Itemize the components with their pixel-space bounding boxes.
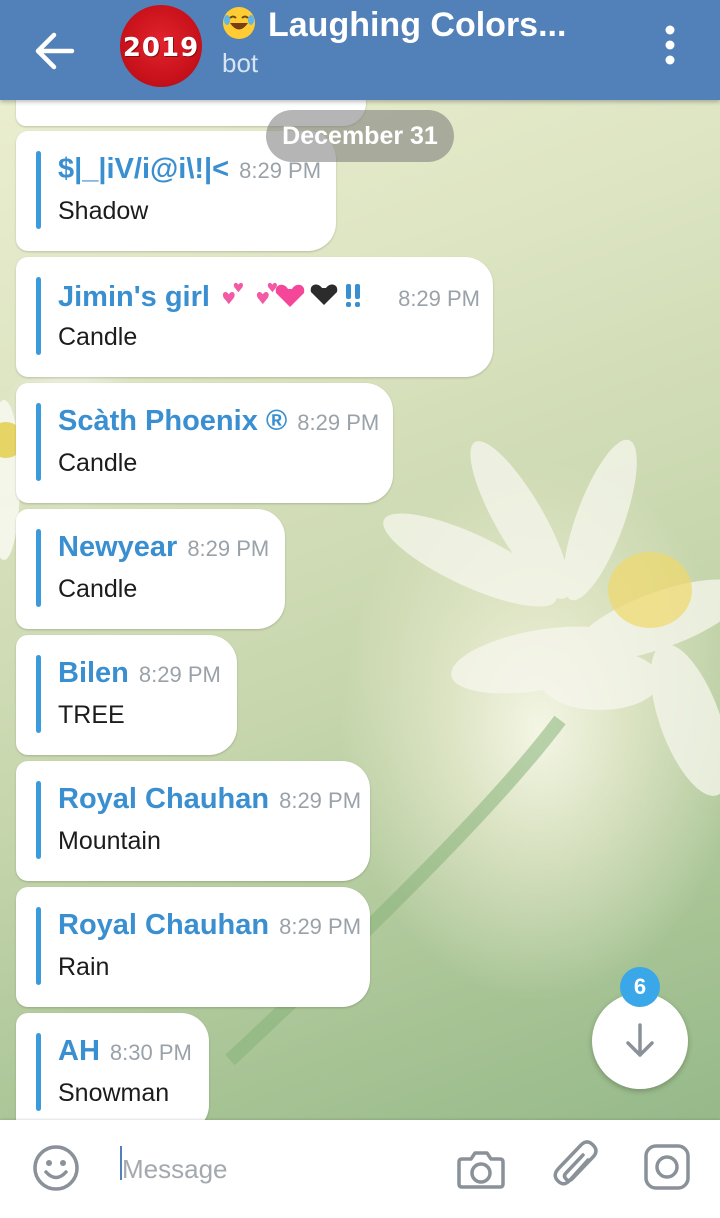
- message-time: 8:29 PM: [138, 662, 221, 687]
- message-time: 8:29 PM: [279, 914, 362, 939]
- message-accent-bar: [36, 403, 41, 481]
- two-hearts-icon: [256, 282, 277, 305]
- message-accent-bar: [36, 529, 41, 607]
- message-bubble[interactable]: Bilen 8:29 PM TREE: [16, 635, 237, 755]
- message-text: Candle: [58, 449, 138, 477]
- message-bubble[interactable]: Royal Chauhan 8:29 PM Mountain: [16, 761, 370, 881]
- message-author[interactable]: Royal Chauhan 8:29 PM: [58, 909, 361, 942]
- message-time: 8:29 PM: [297, 410, 380, 435]
- paperclip-icon[interactable]: [550, 1138, 604, 1198]
- sparkling-heart-icon: [275, 284, 305, 307]
- message-bubble[interactable]: Newyear 8:29 PM Candle: [16, 509, 285, 629]
- date-chip: December 31: [266, 110, 454, 162]
- unread-count-badge: 6: [620, 967, 660, 1007]
- message-list[interactable]: December 31 $|_|iV/i@i\!|< 8:29 PM Shadow…: [0, 100, 720, 1120]
- instagram-icon[interactable]: [642, 1142, 692, 1192]
- message-time: 8:29 PM: [398, 286, 481, 311]
- message-author[interactable]: Jimin's girl 8:29 PM: [58, 279, 480, 314]
- message-bubble[interactable]: AH 8:30 PM Snowman: [16, 1013, 209, 1120]
- message-author[interactable]: Scàth Phoenix ® 8:29 PM: [58, 405, 379, 438]
- message-author[interactable]: AH 8:30 PM: [58, 1035, 192, 1068]
- arrow-down-icon: [626, 1023, 654, 1057]
- laughing-emoji-icon: [223, 7, 255, 39]
- message-accent-bar: [36, 781, 41, 859]
- message-bubble[interactable]: Jimin's girl 8:29 PM Candle: [16, 257, 493, 377]
- message-text: Mountain: [58, 827, 161, 855]
- message-bubble[interactable]: Royal Chauhan 8:29 PM Rain: [16, 887, 370, 1007]
- chat-subtitle: bot: [222, 48, 259, 78]
- message-bubble[interactable]: Scàth Phoenix ® 8:29 PM Candle: [16, 383, 393, 503]
- message-author[interactable]: Royal Chauhan 8:29 PM: [58, 783, 361, 816]
- message-accent-bar: [36, 1033, 41, 1111]
- message-text: Candle: [58, 575, 138, 603]
- smiley-icon[interactable]: [30, 1142, 82, 1194]
- chat-title-text: Laughing Colors...: [268, 6, 567, 44]
- message-author[interactable]: Newyear 8:29 PM: [58, 531, 269, 564]
- message-accent-bar: [36, 907, 41, 985]
- arrow-left-icon[interactable]: [26, 22, 84, 80]
- double-exclamation-icon: [346, 284, 361, 307]
- message-accent-bar: [36, 655, 41, 733]
- message-time: 8:29 PM: [187, 536, 270, 561]
- message-time: 8:30 PM: [109, 1040, 192, 1065]
- scroll-down-button[interactable]: [592, 993, 688, 1089]
- black-heart-icon: [310, 284, 338, 305]
- message-author[interactable]: Bilen 8:29 PM: [58, 657, 221, 690]
- chat-title[interactable]: Laughing Colors...: [222, 6, 602, 48]
- message-text: Rain: [58, 953, 110, 981]
- avatar-year-text: 2019: [122, 33, 200, 63]
- more-vertical-icon[interactable]: [650, 22, 690, 68]
- message-input[interactable]: [120, 1146, 424, 1192]
- camera-icon[interactable]: [454, 1142, 508, 1196]
- message-time: 8:29 PM: [279, 788, 362, 813]
- message-text: TREE: [58, 701, 125, 729]
- message-text: Snowman: [58, 1079, 170, 1107]
- message-text: Shadow: [58, 197, 149, 225]
- message-input-bar: [0, 1120, 720, 1218]
- message-accent-bar: [36, 277, 41, 355]
- message-accent-bar: [36, 151, 41, 229]
- chat-header: 2019 Laughing Colors... bot: [0, 0, 720, 100]
- two-hearts-icon: [222, 282, 243, 305]
- heart-emojis-icon: [222, 282, 361, 307]
- chat-avatar[interactable]: 2019: [120, 5, 202, 87]
- message-text: Candle: [58, 323, 138, 351]
